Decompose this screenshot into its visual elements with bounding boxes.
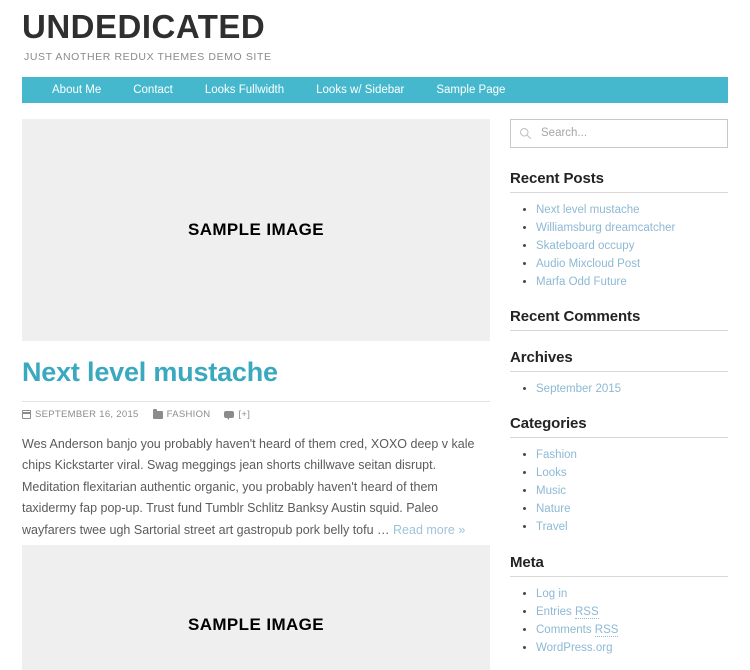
- widget-title-recent-posts: Recent Posts: [510, 170, 728, 193]
- list-item: Log in: [536, 586, 728, 603]
- post-excerpt-text: Wes Anderson banjo you probably haven't …: [22, 437, 474, 537]
- site-title[interactable]: UNDEDICATED: [22, 10, 750, 45]
- list-item: Audio Mixcloud Post: [536, 256, 728, 273]
- list-item: Fashion: [536, 447, 728, 464]
- nav-item-looks-fullwidth[interactable]: Looks Fullwidth: [189, 77, 300, 103]
- rss-abbr: RSS: [575, 606, 599, 619]
- main-navigation: About MeContactLooks FullwidthLooks w/ S…: [22, 77, 728, 103]
- post-excerpt: Wes Anderson banjo you probably haven't …: [22, 434, 490, 542]
- post-meta: SEPTEMBER 16, 2015 FASHION [+]: [22, 409, 490, 420]
- widget-link-williamsburg-dreamcatcher[interactable]: Williamsburg dreamcatcher: [536, 222, 675, 234]
- post-featured-image[interactable]: SAMPLE IMAGE: [22, 119, 490, 341]
- list-item: Williamsburg dreamcatcher: [536, 220, 728, 237]
- list-item: September 2015: [536, 381, 728, 398]
- widget-list-archives: September 2015: [510, 381, 728, 398]
- nav-item-about-me[interactable]: About Me: [36, 77, 117, 103]
- search-box[interactable]: [510, 119, 728, 148]
- widget-link-music[interactable]: Music: [536, 485, 566, 497]
- widget-archives: Archives September 2015: [510, 349, 728, 398]
- list-item: Looks: [536, 465, 728, 482]
- list-item: Nature: [536, 501, 728, 518]
- sidebar: Recent Posts Next level mustache Williamsb…: [510, 119, 728, 670]
- widget-recent-comments: Recent Comments: [510, 308, 728, 331]
- rss-abbr: RSS: [595, 624, 619, 637]
- widget-list-meta: Log in Entries RSS Comments RSS WordPress.o…: [510, 586, 728, 657]
- widget-title-meta: Meta: [510, 554, 728, 577]
- list-item: Travel: [536, 519, 728, 536]
- site-header: UNDEDICATED JUST ANOTHER REDUX THEMES DE…: [0, 0, 750, 63]
- widget-list-categories: Fashion Looks Music Nature Travel: [510, 447, 728, 536]
- folder-icon: [153, 411, 163, 419]
- nav-item-looks-w-sidebar[interactable]: Looks w/ Sidebar: [300, 77, 420, 103]
- post-comment-count[interactable]: [+]: [238, 409, 250, 420]
- post-featured-image-2[interactable]: SAMPLE IMAGE: [22, 545, 490, 670]
- post-article: SAMPLE IMAGE Next level mustache SEPTEMB…: [22, 119, 490, 542]
- widget-link-fashion[interactable]: Fashion: [536, 449, 577, 461]
- widget-categories: Categories Fashion Looks Music Nature Travel: [510, 415, 728, 536]
- list-item: Skateboard occupy: [536, 238, 728, 255]
- sidebar-widgets: Recent Posts Next level mustache Williamsb…: [510, 170, 728, 658]
- widget-link-looks[interactable]: Looks: [536, 467, 567, 479]
- post-article-2: SAMPLE IMAGE: [22, 545, 490, 670]
- post-category[interactable]: FASHION: [167, 409, 211, 420]
- search-icon: [519, 127, 532, 140]
- widget-link-marfa-odd-future[interactable]: Marfa Odd Future: [536, 276, 627, 288]
- site-tagline: JUST ANOTHER REDUX THEMES DEMO SITE: [24, 51, 750, 63]
- widget-title-archives: Archives: [510, 349, 728, 372]
- nav-item-sample-page[interactable]: Sample Page: [420, 77, 521, 103]
- list-item: WordPress.org: [536, 640, 728, 657]
- list-item: Comments RSS: [536, 622, 728, 639]
- post-meta-divider: [22, 401, 490, 402]
- list-item: Entries RSS: [536, 604, 728, 621]
- page-root: UNDEDICATED JUST ANOTHER REDUX THEMES DE…: [0, 0, 750, 670]
- comment-icon: [224, 411, 234, 418]
- widget-link-entries-rss[interactable]: Entries RSS: [536, 606, 599, 619]
- main-content-column: SAMPLE IMAGE Next level mustache SEPTEMB…: [22, 119, 490, 670]
- search-input[interactable]: [539, 126, 719, 140]
- read-more-link[interactable]: Read more »: [393, 523, 465, 537]
- widget-title-categories: Categories: [510, 415, 728, 438]
- post-featured-image-2-label: SAMPLE IMAGE: [188, 615, 324, 635]
- widget-link-next-level-mustache[interactable]: Next level mustache: [536, 204, 640, 216]
- list-item: Marfa Odd Future: [536, 274, 728, 291]
- widget-recent-posts: Recent Posts Next level mustache Williamsb…: [510, 170, 728, 291]
- calendar-icon: [22, 410, 31, 419]
- post-title-link[interactable]: Next level mustache: [22, 357, 490, 387]
- widget-link-september-2015[interactable]: September 2015: [536, 383, 621, 395]
- nav-wrapper: About MeContactLooks FullwidthLooks w/ S…: [0, 77, 750, 103]
- list-item: Next level mustache: [536, 202, 728, 219]
- widget-list-recent-posts: Next level mustache Williamsburg dreamcat…: [510, 202, 728, 291]
- widget-link-audio-mixcloud-post[interactable]: Audio Mixcloud Post: [536, 258, 640, 270]
- widget-link-skateboard-occupy[interactable]: Skateboard occupy: [536, 240, 634, 252]
- post-date: SEPTEMBER 16, 2015: [35, 409, 139, 420]
- widget-link-nature[interactable]: Nature: [536, 503, 571, 515]
- widget-meta: Meta Log in Entries RSS Comments RSS WordPre…: [510, 554, 728, 657]
- widget-link-comments-rss[interactable]: Comments RSS: [536, 624, 618, 637]
- nav-item-contact[interactable]: Contact: [117, 77, 189, 103]
- content-wrapper: SAMPLE IMAGE Next level mustache SEPTEMB…: [0, 103, 750, 670]
- widget-link-wordpress-org[interactable]: WordPress.org: [536, 642, 612, 654]
- widget-link-travel[interactable]: Travel: [536, 521, 568, 533]
- widget-link-log-in[interactable]: Log in: [536, 588, 567, 600]
- list-item: Music: [536, 483, 728, 500]
- widget-title-recent-comments: Recent Comments: [510, 308, 728, 331]
